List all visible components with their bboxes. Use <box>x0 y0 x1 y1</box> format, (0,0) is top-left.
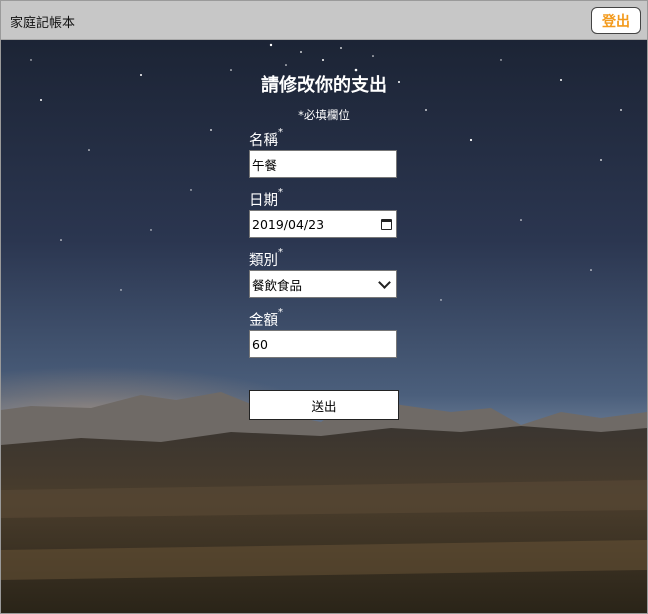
form-title: 請修改你的支出 <box>261 75 387 96</box>
category-label-text: 類別 <box>249 253 278 269</box>
calendar-icon[interactable] <box>381 218 392 230</box>
category-select-value: 餐飲食品 <box>252 277 303 293</box>
app-window: 家庭記帳本 登出 請修改你的支出 *必填欄位 名稱* 午餐 日期* 2019/0… <box>0 0 648 614</box>
chevron-down-icon <box>378 275 391 289</box>
date-label-text: 日期 <box>249 193 278 209</box>
required-star: * <box>278 247 283 258</box>
required-star: * <box>278 307 283 318</box>
top-bar: 家庭記帳本 登出 <box>1 1 647 40</box>
edit-expense-form: 請修改你的支出 *必填欄位 名稱* 午餐 日期* 2019/04/23 類別* … <box>1 40 647 613</box>
required-note: *必填欄位 <box>298 108 350 122</box>
category-select[interactable]: 餐飲食品 <box>249 270 397 298</box>
name-label: 名稱* <box>249 127 283 150</box>
submit-button[interactable]: 送出 <box>249 390 399 420</box>
app-title: 家庭記帳本 <box>10 16 76 31</box>
date-input-value: 2019/04/23 <box>252 216 325 232</box>
amount-label: 金額* <box>249 307 283 330</box>
name-input-value: 午餐 <box>252 157 278 173</box>
amount-input-value: 60 <box>252 336 268 352</box>
amount-label-text: 金額 <box>249 313 278 329</box>
date-input[interactable]: 2019/04/23 <box>249 210 397 238</box>
name-label-text: 名稱 <box>249 133 278 149</box>
required-star: * <box>278 127 283 138</box>
date-label: 日期* <box>249 187 283 210</box>
name-input[interactable]: 午餐 <box>249 150 397 178</box>
amount-input[interactable]: 60 <box>249 330 397 358</box>
logout-button[interactable]: 登出 <box>591 7 641 34</box>
required-star: * <box>278 187 283 198</box>
category-label: 類別* <box>249 247 283 270</box>
